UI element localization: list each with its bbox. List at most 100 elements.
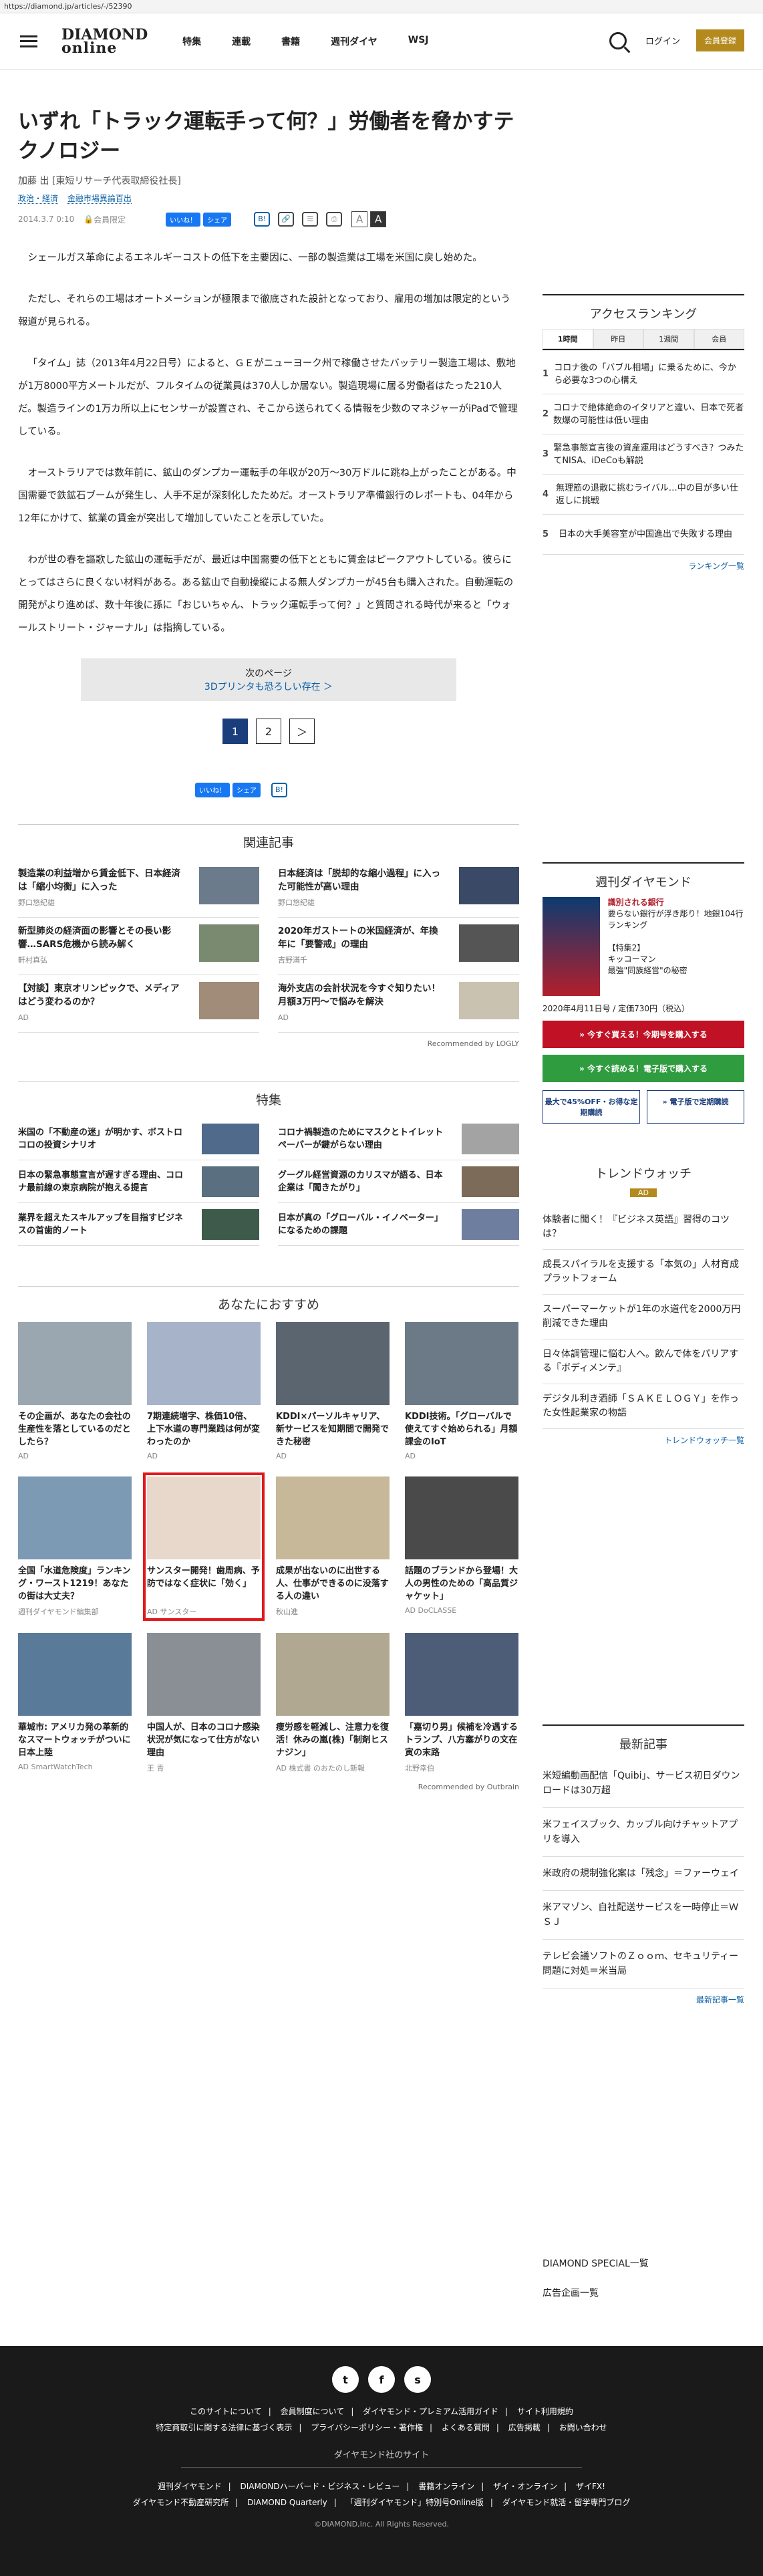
news-item[interactable]: 米政府の規制強化案は「残念」＝ファーウェイ bbox=[543, 1857, 744, 1891]
footer-link[interactable]: 特定商取引に関する法律に基づく表示 bbox=[156, 2423, 292, 2432]
buy-digital-button[interactable]: » 今すぐ読める！電子版で購入する bbox=[543, 1055, 744, 1082]
hatena-bookmark-icon[interactable]: B! bbox=[254, 212, 271, 227]
trend-item[interactable]: スーパーマーケットが1年の水道代を2000万円削減できた理由 bbox=[543, 1295, 744, 1339]
recommend-item[interactable]: 全国「水道危険度」ランキング・ワースト1219！あなたの街は大丈夫？ 週刊ダイヤモ… bbox=[18, 1476, 132, 1617]
ranking-more-link[interactable]: ランキング一覧 bbox=[543, 560, 744, 571]
special-item[interactable]: グーグル経営資源のカリスマが語る、日本企業は「聞きたがり」 bbox=[278, 1160, 519, 1203]
nav-feature[interactable]: 特集 bbox=[182, 35, 201, 48]
tab-week[interactable]: 1週間 bbox=[643, 329, 694, 349]
special-item[interactable]: コロナ禍製造のためにマスクとトイレットペーパーが鍵がらない理由 bbox=[278, 1118, 519, 1160]
hatena-bookmark-icon[interactable]: B! bbox=[271, 783, 287, 797]
subscribe-button[interactable]: 最大で45%OFF・お得な定期購読 bbox=[543, 1090, 640, 1124]
twitter-icon[interactable]: t bbox=[332, 2366, 359, 2393]
nav-weekly[interactable]: 週刊ダイヤ bbox=[331, 35, 377, 48]
tag-link[interactable]: 政治・経済 bbox=[18, 194, 59, 204]
nav-serial[interactable]: 連載 bbox=[232, 35, 251, 48]
site-logo[interactable]: DIAMOND online bbox=[61, 27, 148, 55]
tab-yesterday[interactable]: 昨日 bbox=[593, 329, 643, 349]
news-item[interactable]: 米フェイスブック、カップル向けチャットアプリを導入 bbox=[543, 1808, 744, 1857]
related-item[interactable]: 海外支店の会計状況を今すぐ知りたい！月額3万円〜で悩みを解決 AD bbox=[278, 975, 519, 1033]
recommend-item[interactable]: 痩労感を軽減し、注意力を復活！休みの嵐(株)「制剤ヒスナジン」 AD 株式書 のお… bbox=[276, 1633, 390, 1773]
news-item[interactable]: 米アマゾン、自社配送サービスを一時停止＝ＷＳＪ bbox=[543, 1891, 744, 1940]
rss-icon[interactable]: s bbox=[404, 2366, 431, 2393]
nav-books[interactable]: 書籍 bbox=[281, 35, 300, 48]
related-item[interactable]: 新型肺炎の経済面の影響とその長い影響…SARS危機から読み解く 軒村真弘 bbox=[18, 918, 259, 975]
page-next[interactable]: ＞ bbox=[289, 719, 315, 744]
recommend-item[interactable]: 話題のブランドから登場！大人の男性のための「高品質ジャケット」 AD DoCLAS… bbox=[405, 1476, 518, 1617]
page-2[interactable]: 2 bbox=[256, 719, 281, 744]
register-button[interactable]: 会員登録 bbox=[696, 29, 744, 51]
diamond-special-link[interactable]: DIAMOND SPECIAL一覧 bbox=[543, 2248, 744, 2278]
search-icon[interactable] bbox=[609, 31, 627, 49]
footer-link[interactable]: ダイヤモンド・プレミアム活用ガイド bbox=[363, 2407, 498, 2416]
facebook-share-button[interactable]: シェア bbox=[233, 783, 261, 797]
tag-link[interactable]: 金融市場異論百出 bbox=[67, 194, 132, 204]
recommend-item[interactable]: 「嘉切り男」候補を冷遇するトランプ、八方塞がりの文在寅の末路 北野幸伯 bbox=[405, 1633, 518, 1773]
trend-more-link[interactable]: トレンドウォッチ一覧 bbox=[543, 1434, 744, 1446]
recommend-item-highlighted[interactable]: サンスター開発！歯周病、予防ではなく症状に「効く」 AD サンスター bbox=[143, 1472, 265, 1621]
recommend-item[interactable]: KDDI技術。「グローバルで使えてすぐ始められる」月額課金のIoT AD bbox=[405, 1322, 518, 1460]
recommend-item[interactable]: KDDI×パーソルキャリア、新サービスを知期間で開発できた秘密 AD bbox=[276, 1322, 390, 1460]
footer-link[interactable]: 週刊ダイヤモンド bbox=[158, 2482, 222, 2491]
digital-subscribe-button[interactable]: » 電子版で定期購読 bbox=[647, 1090, 744, 1124]
footer-link[interactable]: 「週刊ダイヤモンド」特別号Online版 bbox=[346, 2498, 484, 2507]
footer-link[interactable]: ザイ・オンライン bbox=[493, 2482, 557, 2491]
url-bar[interactable]: https://diamond.jp/articles/-/52390 bbox=[0, 0, 763, 13]
ad-project-link[interactable]: 広告企画一覧 bbox=[543, 2278, 744, 2307]
font-size-large-button[interactable]: A bbox=[370, 211, 387, 227]
tab-member[interactable]: 会員 bbox=[694, 329, 744, 349]
ranking-item[interactable]: 4 無理筋の退散に挑むライバル…中の目が多い仕返しに挑戦 bbox=[543, 475, 744, 515]
footer-link[interactable]: 書籍オンライン bbox=[418, 2482, 474, 2491]
nav-wsj[interactable]: WSJ bbox=[408, 35, 429, 48]
logly-credit[interactable]: Recommended by LOGLY bbox=[18, 1039, 519, 1048]
print-icon[interactable]: ⎙ bbox=[326, 212, 343, 227]
magazine-cover[interactable] bbox=[543, 897, 600, 996]
footer-link[interactable]: DIAMOND Quarterly bbox=[247, 2498, 327, 2507]
footer-link[interactable]: 会員制度について bbox=[281, 2407, 345, 2416]
trend-item[interactable]: 日々体調管理に悩む人へ。飲んで体をパリアする『ボディメンテ』 bbox=[543, 1339, 744, 1384]
special-item[interactable]: 業界を超えたスキルアップを目指すビジネスの首歯的ノート bbox=[18, 1203, 259, 1246]
news-item[interactable]: テレビ会議ソフトのＺｏｏｍ、セキュリティー問題に対処＝米当局 bbox=[543, 1940, 744, 1988]
footer-link[interactable]: 広告掲載 bbox=[508, 2423, 541, 2432]
font-size-small-button[interactable]: A bbox=[351, 211, 368, 227]
link-icon[interactable]: 🔗 bbox=[278, 212, 295, 227]
related-item[interactable]: 2020年ガストートの米国経済が、年換年に「要警戒」の理由 吉野滿千 bbox=[278, 918, 519, 975]
footer-link[interactable]: DIAMONDハーバード・ビジネス・レビュー bbox=[241, 2482, 400, 2491]
news-item[interactable]: 米短編動画配信「Quibi」、サービス初日ダウンロードは30万超 bbox=[543, 1759, 744, 1808]
footer-link[interactable]: お問い合わせ bbox=[559, 2423, 607, 2432]
page-1[interactable]: 1 bbox=[222, 719, 248, 744]
facebook-like-button[interactable]: いいね！ bbox=[166, 212, 201, 227]
footer-link[interactable]: ダイヤモンド就活・留学専門ブログ bbox=[502, 2498, 631, 2507]
facebook-like-button[interactable]: いいね！ bbox=[195, 783, 230, 797]
ranking-item[interactable]: 5 日本の大手美容室が中国進出で失敗する理由 bbox=[543, 515, 744, 555]
recommend-item[interactable]: 成果が出ないのに出世する人、仕事ができるのに没落する人の違い 秋山進 bbox=[276, 1476, 390, 1617]
ranking-item[interactable]: 2 コロナで絶体絶命のイタリアと違い、日本で死者数爆の可能性は低い理由 bbox=[543, 394, 744, 434]
footer-link[interactable]: よくある質問 bbox=[442, 2423, 490, 2432]
special-item[interactable]: 米国の「不動産の迷」が明かす、ボストロコロの投資シナリオ bbox=[18, 1118, 259, 1160]
footer-link[interactable]: プライバシーポリシー・著作権 bbox=[311, 2423, 423, 2432]
ranking-item[interactable]: 3 緊急事態宣言後の資産運用はどうすべき？つみたてNISA、iDeCoも解説 bbox=[543, 434, 744, 475]
bookmark-icon[interactable]: ☰ bbox=[302, 212, 319, 227]
footer-link[interactable]: サイト利用規約 bbox=[517, 2407, 573, 2416]
footer-link[interactable]: このサイトについて bbox=[190, 2407, 262, 2416]
buy-print-button[interactable]: » 今すぐ買える！今期号を購入する bbox=[543, 1021, 744, 1048]
facebook-share-button[interactable]: シェア bbox=[203, 212, 232, 227]
news-more-link[interactable]: 最新記事一覧 bbox=[543, 1994, 744, 2005]
tab-1h[interactable]: 1時間 bbox=[543, 329, 593, 349]
trend-item[interactable]: 体験者に聞く！『ビジネス英語』習得のコツは？ bbox=[543, 1205, 744, 1250]
trend-item[interactable]: デジタル利き酒師「ＳＡＫＥＬＯＧＹ」を作った女性起業家の物語 bbox=[543, 1384, 744, 1429]
menu-icon[interactable] bbox=[20, 35, 37, 47]
trend-item[interactable]: 成長スパイラルを支援する「本気の」人材育成プラットフォーム bbox=[543, 1250, 744, 1295]
next-page-link[interactable]: 次のページ 3Dプリンタも恐ろしい存在 ＞ bbox=[81, 658, 456, 701]
footer-link[interactable]: ダイヤモンド不動産研究所 bbox=[133, 2498, 229, 2507]
ranking-item[interactable]: 1 コロナ後の「バブル相場」に乗るために、今から必要な3つの心構え bbox=[543, 354, 744, 394]
outbrain-credit[interactable]: Recommended by Outbrain bbox=[18, 1783, 519, 1791]
related-item[interactable]: 製造業の利益増から賃金低下、日本経済は「縮小均衡」に入った 野口悠紀雄 bbox=[18, 860, 259, 918]
footer-link[interactable]: ザイFX! bbox=[576, 2482, 605, 2491]
login-link[interactable]: ログイン bbox=[645, 34, 680, 47]
recommend-item[interactable]: 中国人が、日本のコロナ感染状況が気になって仕方がない理由王 青 bbox=[147, 1633, 261, 1773]
special-item[interactable]: 日本が真の「グローバル・イノベーター」になるための課題 bbox=[278, 1203, 519, 1246]
recommend-item[interactable]: 7期連続増字、株価10倍、上下水道の専門業践は何が変わったのか AD bbox=[147, 1322, 261, 1460]
facebook-icon[interactable]: f bbox=[368, 2366, 395, 2393]
article-author[interactable]: 加藤 出 [東短リサーチ代表取締役社長] bbox=[18, 174, 519, 187]
